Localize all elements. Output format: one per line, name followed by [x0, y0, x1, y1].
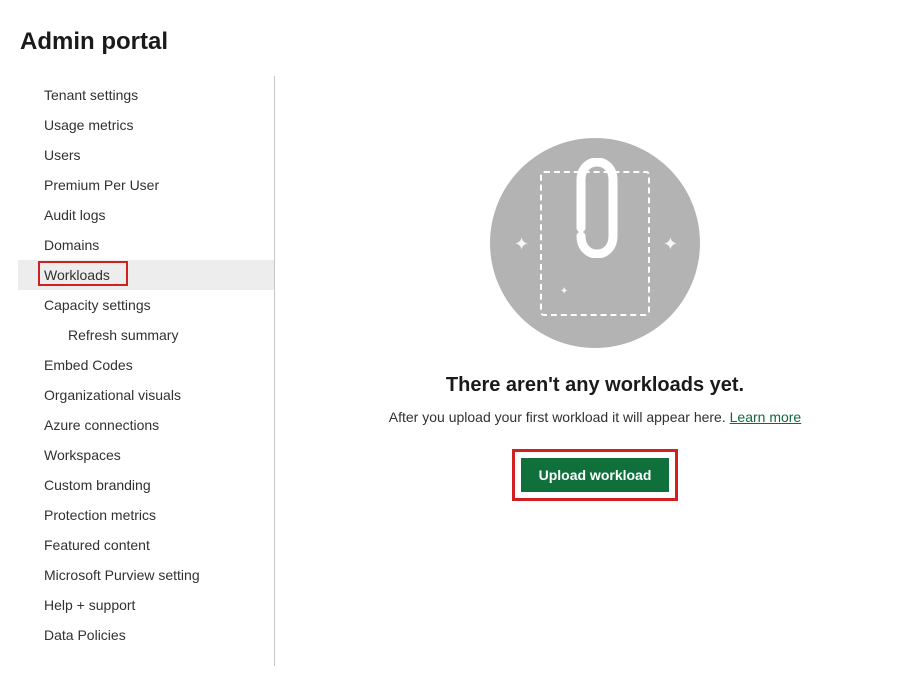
sidebar-item-protection-metrics[interactable]: Protection metrics	[18, 500, 274, 530]
sidebar-item-embed-codes[interactable]: Embed Codes	[18, 350, 274, 380]
upload-highlight-box: Upload workload	[512, 449, 679, 501]
sidebar-item-label: Tenant settings	[44, 87, 138, 103]
sidebar-item-audit-logs[interactable]: Audit logs	[18, 200, 274, 230]
sidebar-item-featured-content[interactable]: Featured content	[18, 530, 274, 560]
sidebar-item-label: Domains	[44, 237, 99, 253]
sidebar-item-workspaces[interactable]: Workspaces	[18, 440, 274, 470]
sidebar-item-label: Organizational visuals	[44, 387, 181, 403]
sidebar-item-label: Data Policies	[44, 627, 126, 643]
sidebar-item-label: Help + support	[44, 597, 135, 613]
sidebar-item-label: Azure connections	[44, 417, 159, 433]
subtext-part: After you upload your first workload it …	[389, 409, 730, 425]
sidebar-item-capacity-settings[interactable]: Capacity settings	[18, 290, 274, 320]
sidebar-item-label: Workspaces	[44, 447, 121, 463]
sidebar-item-microsoft-purview-setting[interactable]: Microsoft Purview setting	[18, 560, 274, 590]
sidebar-item-custom-branding[interactable]: Custom branding	[18, 470, 274, 500]
sparkle-icon: ✦	[560, 286, 568, 297]
sidebar-item-label: Protection metrics	[44, 507, 156, 523]
sparkle-icon: ✦	[514, 234, 529, 255]
sidebar-item-label: Audit logs	[44, 207, 105, 223]
sidebar-item-data-policies[interactable]: Data Policies	[18, 620, 274, 650]
sidebar-item-label: Microsoft Purview setting	[44, 567, 200, 583]
empty-illustration: ✦ ✦ ✦	[490, 138, 700, 348]
sidebar-item-usage-metrics[interactable]: Usage metrics	[18, 110, 274, 140]
main-content: ✦ ✦ ✦ There aren't any workloads yet. Af…	[275, 76, 915, 666]
sidebar-item-label: Usage metrics	[44, 117, 133, 133]
sidebar-item-organizational-visuals[interactable]: Organizational visuals	[18, 380, 274, 410]
upload-workload-button[interactable]: Upload workload	[521, 458, 670, 492]
sidebar-item-users[interactable]: Users	[18, 140, 274, 170]
sidebar-item-label: Refresh summary	[68, 327, 178, 343]
sidebar-item-refresh-summary[interactable]: Refresh summary	[18, 320, 274, 350]
sidebar-item-workloads[interactable]: Workloads	[18, 260, 274, 290]
empty-state-subtext: After you upload your first workload it …	[389, 409, 801, 425]
sidebar-item-label: Users	[44, 147, 81, 163]
sidebar-item-label: Premium Per User	[44, 177, 159, 193]
paperclip-icon	[567, 158, 623, 258]
sidebar-item-label: Workloads	[44, 267, 110, 283]
page-title: Admin portal	[0, 0, 915, 76]
learn-more-link[interactable]: Learn more	[730, 409, 802, 425]
sidebar-item-label: Embed Codes	[44, 357, 133, 373]
sidebar: Tenant settings Usage metrics Users Premium…	[0, 76, 275, 666]
sidebar-item-tenant-settings[interactable]: Tenant settings	[18, 80, 274, 110]
sidebar-item-domains[interactable]: Domains	[18, 230, 274, 260]
layout: Tenant settings Usage metrics Users Premium…	[0, 76, 915, 666]
sidebar-item-premium-per-user[interactable]: Premium Per User	[18, 170, 274, 200]
sidebar-list: Tenant settings Usage metrics Users Premium…	[18, 80, 274, 650]
sidebar-item-help-support[interactable]: Help + support	[18, 590, 274, 620]
empty-state-heading: There aren't any workloads yet.	[446, 374, 744, 397]
sidebar-item-label: Capacity settings	[44, 297, 151, 313]
sidebar-item-azure-connections[interactable]: Azure connections	[18, 410, 274, 440]
sidebar-item-label: Custom branding	[44, 477, 151, 493]
sidebar-item-label: Featured content	[44, 537, 150, 553]
sparkle-icon: ✦	[663, 234, 678, 255]
